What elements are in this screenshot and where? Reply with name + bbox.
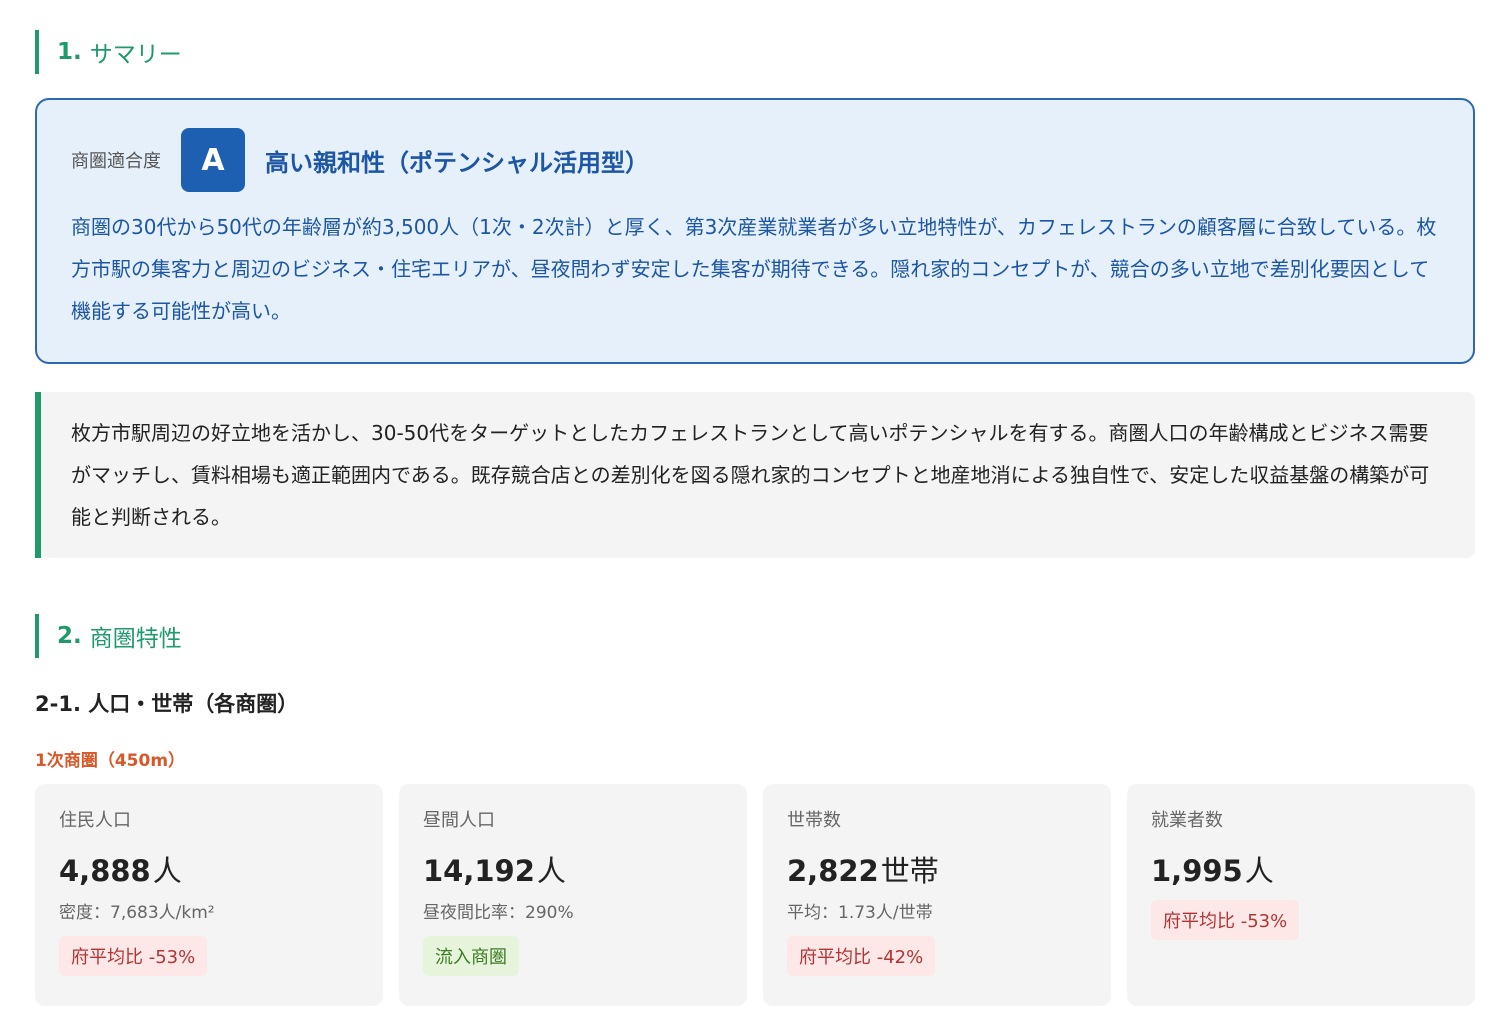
market-fit-box: 商圏適合度 A 高い親和性（ポテンシャル活用型） 商圏の30代から50代の年齢層…: [35, 98, 1475, 364]
stat-number: 4,888: [59, 854, 151, 888]
stat-subtext: 密度：7,683人/km²: [59, 903, 215, 923]
stat-badge: 府平均比 -42%: [787, 936, 936, 976]
stat-badge: 流入商圏: [423, 936, 519, 976]
section-title: サマリー: [89, 42, 182, 68]
subsection-title: 人口・世帯（各商圏）: [88, 692, 299, 716]
stat-card-workers: 就業者数 1,995 人 府平均比 -53%: [1127, 784, 1475, 1006]
stat-unit: 人: [1244, 854, 1274, 888]
market-fit-grade-badge: A: [181, 128, 245, 192]
section-heading-trade-area: 2. 商圏特性: [35, 614, 182, 658]
market-fit-label: 商圏適合度: [71, 151, 161, 172]
conclusion-box: 枚方市駅周辺の好立地を活かし、30-50代をターゲットとしたカフェレストランとし…: [35, 392, 1475, 558]
market-fit-title: 高い親和性（ポテンシャル活用型）: [265, 148, 649, 177]
report-page: 1. サマリー 商圏適合度 A 高い親和性（ポテンシャル活用型） 商圏の30代か…: [0, 0, 1510, 1010]
stat-label: 住民人口: [59, 810, 131, 831]
stat-label: 就業者数: [1151, 810, 1223, 831]
stat-subtext: 平均：1.73人/世帯: [787, 903, 933, 923]
stat-unit: 人: [152, 854, 182, 888]
stat-label: 昼間人口: [423, 810, 495, 831]
stat-badge: 府平均比 -53%: [59, 936, 208, 976]
stat-value: 14,192 人: [423, 848, 723, 888]
stat-number: 14,192: [423, 854, 535, 888]
section-number: 1.: [57, 39, 82, 65]
section-title: 商圏特性: [89, 626, 182, 652]
conclusion-text: 枚方市駅周辺の好立地を活かし、30-50代をターゲットとしたカフェレストランとし…: [71, 421, 1430, 529]
stat-card-households: 世帯数 2,822 世帯 平均：1.73人/世帯 府平均比 -42%: [763, 784, 1111, 1006]
stat-value: 1,995 人: [1151, 848, 1451, 888]
market-fit-description: 商圏の30代から50代の年齢層が約3,500人（1次・2次計）と厚く、第3次産業…: [71, 215, 1437, 323]
stat-subtext: 昼夜間比率：290%: [423, 903, 574, 923]
stat-label: 世帯数: [787, 810, 841, 831]
section-heading-summary: 1. サマリー: [35, 30, 182, 74]
stat-card-daytime-population: 昼間人口 14,192 人 昼夜間比率：290% 流入商圏: [399, 784, 747, 1006]
stat-card-resident-population: 住民人口 4,888 人 密度：7,683人/km² 府平均比 -53%: [35, 784, 383, 1006]
subsection-heading-population: 2-1. 人口・世帯（各商圏）: [35, 688, 298, 718]
stat-value: 2,822 世帯: [787, 848, 1087, 888]
stat-number: 1,995: [1151, 854, 1243, 888]
stat-cards: 住民人口 4,888 人 密度：7,683人/km² 府平均比 -53% 昼間人口…: [35, 784, 1475, 1006]
stat-badge: 府平均比 -53%: [1151, 900, 1300, 940]
market-fit-header: 商圏適合度 A 高い親和性（ポテンシャル活用型）: [71, 128, 1439, 192]
stat-unit: 世帯: [880, 854, 939, 888]
stat-number: 2,822: [787, 854, 879, 888]
stat-unit: 人: [536, 854, 566, 888]
subsection-number: 2-1.: [35, 692, 81, 716]
primary-area-label: 1次商圏（450m）: [35, 751, 186, 771]
section-number: 2.: [57, 623, 82, 649]
stat-value: 4,888 人: [59, 848, 359, 888]
